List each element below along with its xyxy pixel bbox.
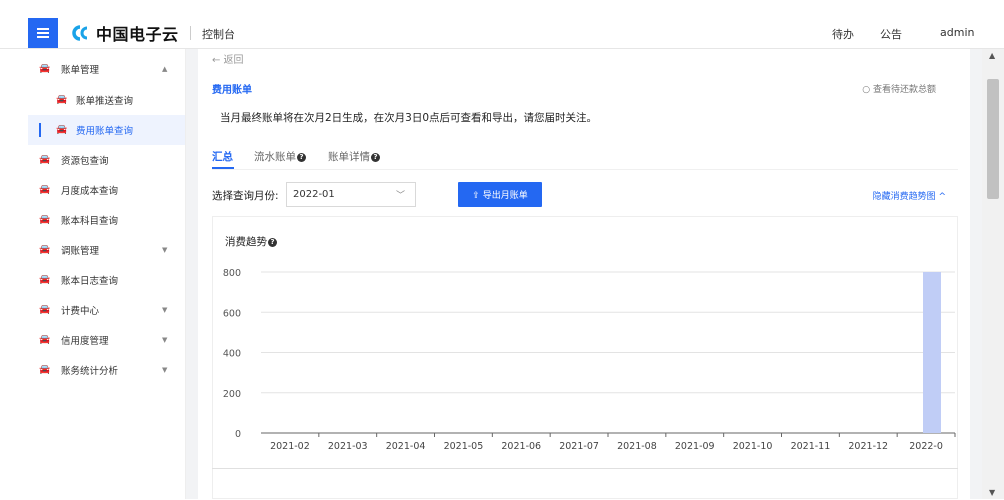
x-tick-label: 2021-04 [386, 441, 426, 452]
sidebar-item-label: 账本科目查询 [61, 216, 119, 227]
main-content: ← 返回 费用账单 ○ 查看待还款总额 当月最终账单将在次月2日生成，在次月3日… [186, 49, 982, 499]
scroll-up-icon[interactable]: ▲ [989, 51, 995, 60]
sidebar-item-ledger-log-query[interactable]: 🚘 账本日志查询 [28, 265, 185, 295]
back-link[interactable]: ← 返回 [212, 51, 244, 66]
x-tick-label: 2021-07 [559, 441, 599, 452]
tab-divider [212, 169, 958, 170]
car-icon: 🚘 [39, 64, 51, 74]
next-section-card [212, 468, 958, 500]
sidebar-item-ledger-subject-query[interactable]: 🚘 账本科目查询 [28, 205, 185, 235]
user-menu[interactable]: admin [940, 26, 974, 39]
brand-logo[interactable]: 中国电子云 [70, 22, 179, 44]
brand-name: 中国电子云 [96, 25, 179, 44]
chevron-down-icon: ▼ [162, 366, 168, 374]
sidebar-item-label: 账单推送查询 [76, 96, 134, 107]
bar [923, 272, 941, 433]
y-tick-label: 0 [235, 429, 241, 440]
tab-summary[interactable]: 汇总 [212, 149, 233, 164]
car-icon: 🚘 [39, 365, 51, 375]
car-icon: 🚘 [39, 275, 51, 285]
todo-link[interactable]: 待办 [832, 26, 854, 42]
sidebar-item-billing-management[interactable]: 🚘 账单管理 ▲ [28, 54, 185, 84]
tab-bill-details[interactable]: 账单详情? [328, 149, 380, 164]
sidebar: 🚘 账单管理 ▲ 🚘 账单推送查询 🚘 费用账单查询 🚘 资源包查询 🚘 月度成… [28, 49, 186, 499]
x-tick-label: 2021-08 [617, 441, 657, 452]
car-icon: 🚘 [39, 305, 51, 315]
sidebar-item-label: 信用度管理 [61, 336, 109, 347]
notice-text: 当月最终账单将在次月2日生成，在次月3日0点后可查看和导出，请您届时关注。 [220, 112, 598, 124]
x-tick-label: 2021-09 [675, 441, 715, 452]
notice-link[interactable]: 公告 [880, 26, 902, 42]
sidebar-item-credit-management[interactable]: 🚘 信用度管理 ▼ [28, 325, 185, 355]
top-bar: 中国电子云 控制台 待办 公告 admin [0, 18, 1004, 49]
car-icon: 🚘 [39, 215, 51, 225]
export-button-label: ⇪ 导出月账单 [472, 191, 528, 201]
sidebar-item-label: 资源包查询 [61, 156, 109, 167]
x-tick-label: 2022-0 [909, 441, 943, 452]
bill-card: ← 返回 费用账单 ○ 查看待还款总额 当月最终账单将在次月2日生成，在次月3日… [198, 49, 970, 499]
page-title: 费用账单 [212, 85, 252, 96]
chevron-up-icon: ▲ [162, 65, 168, 73]
y-tick-label: 800 [223, 268, 241, 279]
y-tick-label: 400 [223, 349, 241, 360]
sidebar-item-bill-push-query[interactable]: 🚘 账单推送查询 [28, 85, 185, 115]
car-icon: 🚘 [39, 245, 51, 255]
sidebar-item-label: 账务统计分析 [61, 366, 119, 377]
x-tick-label: 2021-06 [501, 441, 541, 452]
y-tick-label: 600 [223, 308, 241, 319]
hide-trend-toggle[interactable]: 隐藏消费趋势图 ^ [873, 189, 946, 202]
sidebar-item-monthly-cost-query[interactable]: 🚘 月度成本查询 [28, 175, 185, 205]
sidebar-item-label: 计费中心 [61, 306, 100, 317]
chevron-down-icon: ▼ [162, 336, 168, 344]
header-divider [190, 26, 191, 40]
car-icon: 🚘 [39, 335, 51, 345]
vertical-scrollbar[interactable]: ▲ ▼ [982, 49, 1004, 499]
sidebar-item-resource-package-query[interactable]: 🚘 资源包查询 [28, 145, 185, 175]
x-tick-label: 2021-03 [328, 441, 368, 452]
x-tick-label: 2021-10 [733, 441, 773, 452]
sidebar-item-accounting-statistics[interactable]: 🚘 账务统计分析 ▼ [28, 355, 185, 385]
x-tick-label: 2021-02 [270, 441, 310, 452]
y-tick-label: 200 [223, 389, 241, 400]
car-icon: 🚘 [39, 185, 51, 195]
sidebar-item-label: 账单管理 [61, 65, 100, 76]
sidebar-item-adjustment-management[interactable]: 🚘 调账管理 ▼ [28, 235, 185, 265]
tab-label: 汇总 [212, 151, 233, 163]
tab-flow-bill[interactable]: 流水账单? [254, 149, 306, 164]
help-icon: ? [371, 153, 380, 162]
chevron-down-icon: ▼ [162, 306, 168, 314]
export-monthly-bill-button[interactable]: ⇪ 导出月账单 [458, 182, 542, 207]
hamburger-icon [37, 28, 49, 38]
sidebar-item-billing-center[interactable]: 🚘 计费中心 ▼ [28, 295, 185, 325]
scrollbar-thumb[interactable] [987, 79, 999, 199]
x-tick-label: 2021-11 [791, 441, 831, 452]
menu-toggle-button[interactable] [28, 18, 58, 48]
sidebar-item-label: 账本日志查询 [61, 276, 119, 287]
car-icon: 🚘 [56, 95, 68, 105]
view-pending-total-link[interactable]: ○ 查看待还款总额 [862, 82, 936, 95]
sidebar-item-label: 调账管理 [61, 246, 100, 257]
chart-canvas: 0 200 400 600 800 2021-02 2021-03 2021-04 2021-0… [223, 268, 956, 452]
console-link[interactable]: 控制台 [202, 26, 235, 42]
active-indicator [39, 123, 41, 137]
car-icon: 🚘 [56, 125, 68, 135]
sidebar-item-label: 费用账单查询 [76, 126, 134, 137]
x-tick-label: 2021-05 [444, 441, 484, 452]
car-icon: 🚘 [39, 155, 51, 165]
month-select[interactable]: 2022-01 ﹀ [286, 182, 416, 207]
chevron-down-icon: ▼ [162, 246, 168, 254]
tab-label: 账单详情 [328, 151, 370, 163]
consumption-trend-chart: 消费趋势? 0 200 400 600 800 2021-02 2021-03 2021-04… [212, 216, 958, 499]
tab-label: 流水账单 [254, 151, 296, 163]
month-select-value: 2022-01 [293, 189, 335, 200]
x-tick-label: 2021-12 [848, 441, 888, 452]
chevron-down-icon: ﹀ [395, 191, 405, 201]
help-icon: ? [297, 153, 306, 162]
scroll-down-icon[interactable]: ▼ [989, 488, 995, 497]
month-select-label: 选择查询月份: [212, 190, 279, 202]
sidebar-item-label: 月度成本查询 [61, 186, 119, 197]
brand-mark-icon [72, 25, 88, 41]
sidebar-item-expense-bill-query[interactable]: 🚘 费用账单查询 [28, 115, 185, 145]
